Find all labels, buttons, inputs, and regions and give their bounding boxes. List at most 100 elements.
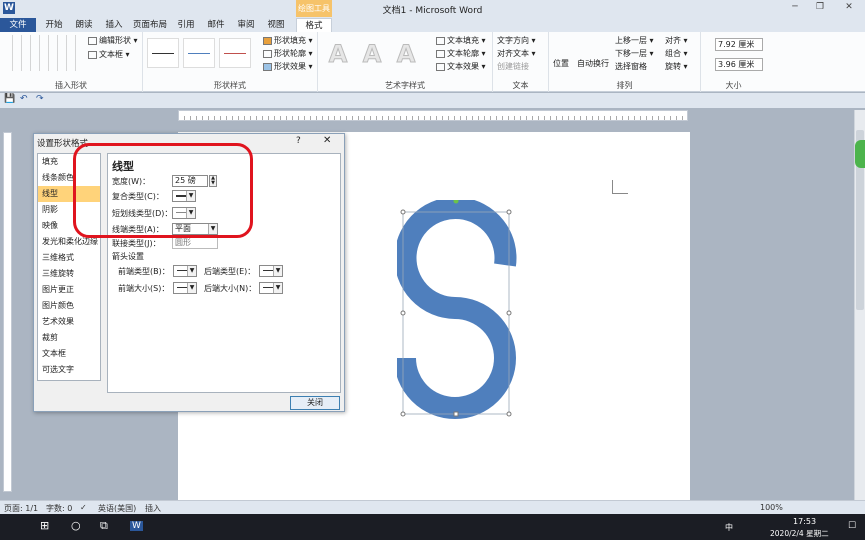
category-artistic-effects[interactable]: 艺术效果 (38, 314, 100, 330)
rotate-button[interactable]: 旋转 ▾ (665, 61, 688, 72)
selection-pane-button[interactable]: 选择窗格 (615, 61, 647, 72)
page-count[interactable]: 页面: 1/1 (4, 503, 38, 514)
resize-handle[interactable] (400, 310, 406, 316)
text-outline-button[interactable]: 文本轮廓 ▾ (436, 48, 486, 59)
search-icon[interactable]: ○ (71, 519, 81, 532)
group-label: 形状样式 (214, 81, 246, 90)
text-direction-label: 文字方向 ▾ (497, 36, 536, 45)
tab-review[interactable]: 审阅 (232, 18, 260, 32)
tab-page-layout[interactable]: 页面布局 (130, 18, 170, 32)
join-type-select[interactable]: 圆形 (172, 237, 218, 249)
dialog-close-icon[interactable]: ✕ (323, 135, 331, 146)
position-button[interactable]: 位置 (553, 58, 569, 69)
edit-shape-button[interactable]: 编辑形状 ▾ (88, 35, 138, 46)
proofing-icon[interactable]: ✓ (80, 503, 87, 512)
help-icon[interactable]: ? (296, 136, 301, 146)
send-backward-button[interactable]: 下移一层 ▾ (615, 48, 654, 59)
dialog-close-button[interactable]: 关闭 (290, 396, 340, 410)
language-indicator[interactable]: 英语(美国) (98, 503, 136, 514)
insert-mode[interactable]: 插入 (145, 503, 161, 514)
tab-references[interactable]: 引用 (172, 18, 200, 32)
category-3d-rotation[interactable]: 三维旋转 (38, 266, 100, 282)
side-plugin-tab[interactable] (855, 140, 865, 168)
text-effect-button[interactable]: 文本效果 ▾ (436, 61, 486, 72)
redo-icon[interactable]: ↷ (36, 94, 44, 104)
end-type-select[interactable]: ▼ (259, 265, 283, 277)
tab-insert[interactable]: 插入 (100, 18, 128, 32)
category-picture-color[interactable]: 图片颜色 (38, 298, 100, 314)
horizontal-ruler[interactable] (178, 110, 688, 121)
shape-style-3[interactable] (219, 38, 251, 68)
undo-icon[interactable]: ↶ (20, 94, 28, 104)
shape-width-input[interactable]: 3.96 厘米 (715, 58, 763, 71)
word-count[interactable]: 字数: 0 (46, 503, 72, 514)
notification-icon[interactable]: ☐ (848, 521, 856, 531)
task-view-icon[interactable]: ⧉ (100, 519, 108, 533)
paint-bucket-icon (263, 36, 272, 45)
text-box-icon (88, 50, 97, 59)
shape-style-1[interactable] (147, 38, 179, 68)
quick-access-toolbar: 💾 ↶ ↷ (0, 93, 865, 108)
resize-handle[interactable] (400, 411, 406, 417)
windows-start-icon[interactable]: ⊞ (40, 519, 49, 532)
end-size-select[interactable]: ▼ (259, 282, 283, 294)
begin-type-select[interactable]: ▼ (173, 265, 197, 277)
close-window-icon[interactable]: ✕ (842, 2, 856, 14)
category-alt-text[interactable]: 可选文字 (38, 362, 100, 378)
text-box-button[interactable]: 文本框 ▾ (88, 49, 130, 60)
resize-handle[interactable] (400, 209, 406, 215)
vertical-ruler[interactable] (3, 132, 12, 492)
clock-date[interactable]: 2020/2/4 星期二 (770, 528, 829, 539)
category-crop[interactable]: 裁剪 (38, 330, 100, 346)
wordart-style-2[interactable]: A (356, 38, 388, 70)
clock-time[interactable]: 17:53 (793, 517, 816, 526)
shape-fill-button[interactable]: 形状填充 ▾ (263, 35, 313, 46)
zoom-level[interactable]: 100% (760, 503, 783, 512)
resize-handle[interactable] (506, 411, 512, 417)
group-button[interactable]: 组合 ▾ (665, 48, 688, 59)
minimize-icon[interactable]: ─ (788, 2, 802, 14)
save-icon[interactable]: 💾 (4, 94, 15, 104)
restore-icon[interactable]: ❐ (813, 2, 827, 14)
shape-style-2[interactable] (183, 38, 215, 68)
resize-handle[interactable] (506, 209, 512, 215)
category-picture-corrections[interactable]: 图片更正 (38, 282, 100, 298)
selection-pane-label: 选择窗格 (615, 62, 647, 71)
shape-height-input[interactable]: 7.92 厘米 (715, 38, 763, 51)
category-3d-format[interactable]: 三维格式 (38, 250, 100, 266)
text-fill-button[interactable]: 文本填充 ▾ (436, 35, 486, 46)
send-backward-label: 下移一层 ▾ (615, 49, 654, 58)
windows-taskbar: ⊞ ○ ⧉ W 中 17:53 2020/2/4 星期二 ☐ (0, 514, 865, 540)
ime-indicator[interactable]: 中 (725, 522, 733, 533)
group-text: 文字方向 ▾ 对齐文本 ▾ 创建链接 文本 (493, 32, 549, 92)
shape-outline-button[interactable]: 形状轮廓 ▾ (263, 48, 313, 59)
group-art-styles: A A A 文本填充 ▾ 文本轮廓 ▾ 文本效果 ▾ 艺术字样式 (318, 32, 493, 92)
align-button[interactable]: 对齐 ▾ (665, 35, 688, 46)
tab-read-aloud[interactable]: 朗读 (70, 18, 98, 32)
text-direction-button[interactable]: 文字方向 ▾ (497, 35, 536, 46)
resize-handle[interactable] (453, 411, 459, 417)
tab-home[interactable]: 开始 (40, 18, 68, 32)
wrap-text-button[interactable]: 自动换行 (577, 58, 609, 69)
begin-size-select[interactable]: ▼ (173, 282, 197, 294)
wordart-style-3[interactable]: A (390, 38, 422, 70)
tab-mailings[interactable]: 邮件 (202, 18, 230, 32)
vertical-scrollbar[interactable] (854, 110, 865, 500)
begin-size-label: 前端大小(S)： (118, 284, 170, 293)
tab-format[interactable]: 格式 (296, 18, 332, 32)
shapes-gallery[interactable] (4, 35, 78, 71)
s-shape[interactable] (397, 200, 522, 420)
word-taskbar-icon[interactable]: W (130, 521, 143, 531)
align-text-button[interactable]: 对齐文本 ▾ (497, 48, 536, 59)
tab-file[interactable]: 文件 (0, 18, 36, 32)
create-link-button[interactable]: 创建链接 (497, 61, 529, 72)
shape-effect-button[interactable]: 形状效果 ▾ (263, 61, 313, 72)
category-text-box[interactable]: 文本框 (38, 346, 100, 362)
bring-forward-label: 上移一层 ▾ (615, 36, 654, 45)
bring-forward-button[interactable]: 上移一层 ▾ (615, 35, 654, 46)
tab-view[interactable]: 视图 (262, 18, 290, 32)
s-curve[interactable] (397, 200, 517, 419)
wordart-style-1[interactable]: A (322, 38, 354, 70)
text-fill-label: 文本填充 ▾ (447, 36, 486, 45)
resize-handle[interactable] (506, 310, 512, 316)
